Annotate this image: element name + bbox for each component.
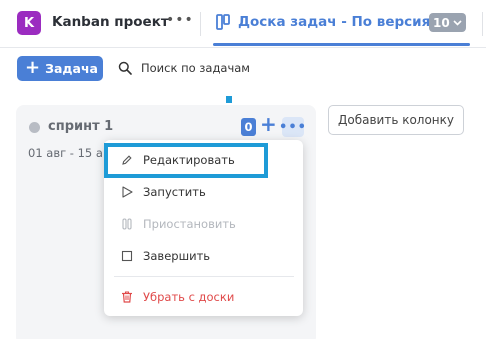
board-icon xyxy=(216,14,230,30)
menu-item-finish[interactable]: Завершить xyxy=(104,241,303,271)
search-icon xyxy=(118,61,132,75)
column-add-icon[interactable]: + xyxy=(260,114,277,134)
column-dates: 01 авг - 15 ав xyxy=(28,146,110,160)
trash-icon xyxy=(121,291,133,303)
highlight-box xyxy=(104,143,268,178)
search-bar[interactable] xyxy=(118,61,321,75)
search-input[interactable] xyxy=(141,61,321,75)
menu-item-pause: Приостановить xyxy=(104,209,303,239)
plus-icon: + xyxy=(25,56,41,78)
pause-icon xyxy=(121,218,133,230)
menu-item-start[interactable]: Запустить xyxy=(104,177,303,207)
column-more-icon[interactable]: ••• xyxy=(279,117,306,137)
menu-divider xyxy=(114,276,294,277)
chevron-down-icon xyxy=(453,19,462,26)
menu-item-label: Приостановить xyxy=(143,217,236,231)
drop-marker xyxy=(226,96,232,103)
menu-item-label: Завершить xyxy=(143,249,211,263)
divider xyxy=(200,12,201,36)
active-tab-indicator xyxy=(213,43,470,46)
menu-item-label: Убрать с доски xyxy=(143,290,235,304)
column-task-count: 0 xyxy=(241,118,256,136)
stop-icon xyxy=(121,250,133,262)
add-task-button[interactable]: + Задача xyxy=(17,56,103,81)
menu-item-label: Запустить xyxy=(143,185,206,199)
add-task-label: Задача xyxy=(45,61,98,76)
column-status-dot xyxy=(29,122,40,133)
project-avatar[interactable]: K xyxy=(17,11,41,35)
divider xyxy=(482,12,483,36)
board-count: 10 xyxy=(433,15,450,30)
add-column-button[interactable]: Добавить колонку xyxy=(328,105,464,135)
board-count-dropdown[interactable]: 10 xyxy=(429,13,466,32)
top-bar: K Kanban проект ••• Доска задач - По вер… xyxy=(0,0,486,48)
project-more-icon[interactable]: ••• xyxy=(166,12,194,28)
play-icon xyxy=(121,186,133,198)
column-title: спринт 1 xyxy=(48,119,114,134)
project-name[interactable]: Kanban проект xyxy=(52,14,169,30)
board-tab-title[interactable]: Доска задач - По версиям xyxy=(238,14,441,30)
menu-item-remove[interactable]: Убрать с доски xyxy=(104,282,303,312)
